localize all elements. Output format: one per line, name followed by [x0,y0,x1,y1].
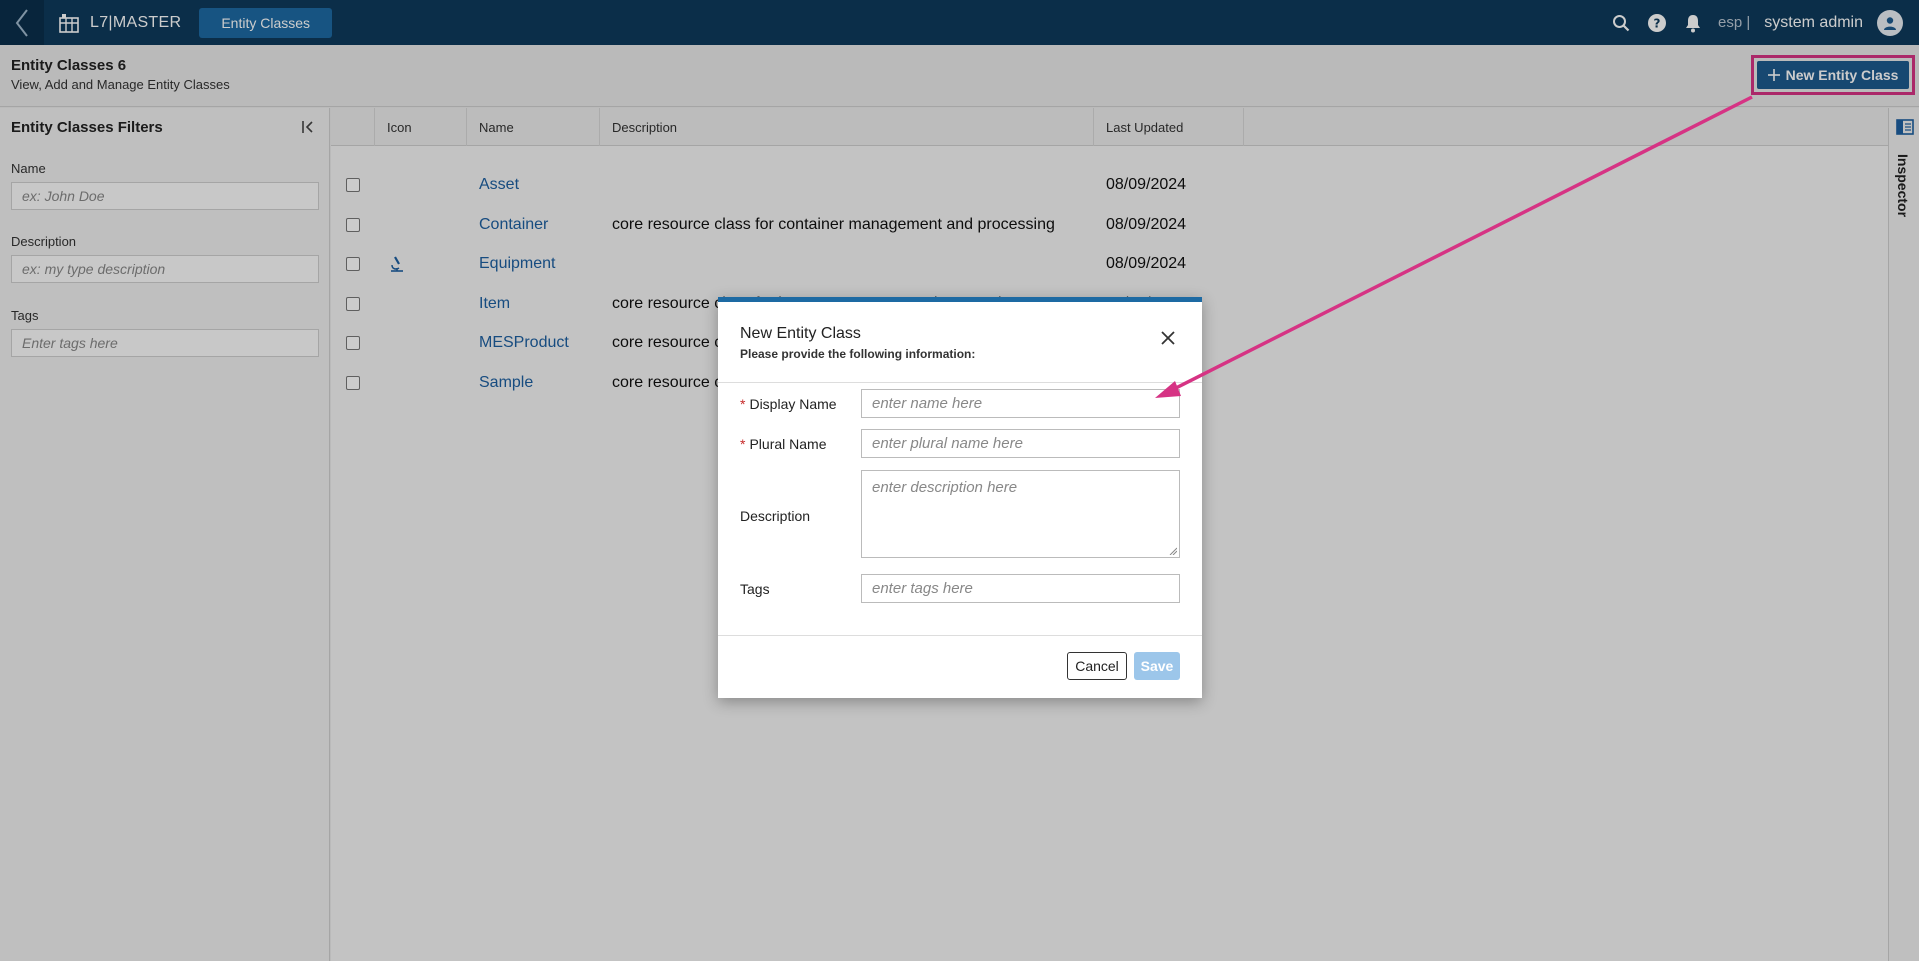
dialog-footer-divider [718,635,1202,636]
close-icon[interactable] [1158,328,1178,348]
cancel-button[interactable]: Cancel [1067,652,1127,680]
description-textarea[interactable]: enter description here [861,470,1180,558]
description-label: Description [740,508,811,524]
tags-input[interactable]: enter tags here [861,574,1180,603]
required-marker: * [740,436,746,452]
required-marker: * [740,396,746,412]
plural-name-input[interactable]: enter plural name here [861,429,1180,458]
plural-name-label-text: Plural Name [749,436,827,452]
resize-grip-icon[interactable] [1169,547,1177,555]
dialog-title: New Entity Class [740,325,861,342]
plural-name-label: * Plural Name [740,436,826,452]
display-name-input[interactable]: enter name here [861,389,1180,418]
dialog-divider [718,382,1202,383]
tags-label: Tags [740,581,770,597]
display-name-label: * Display Name [740,396,837,412]
save-button[interactable]: Save [1134,652,1180,680]
description-placeholder: enter description here [872,479,1018,496]
dialog-subtitle: Please provide the following information… [740,347,976,361]
new-entity-class-dialog: New Entity Class Please provide the foll… [718,297,1202,698]
display-name-label-text: Display Name [749,396,837,412]
